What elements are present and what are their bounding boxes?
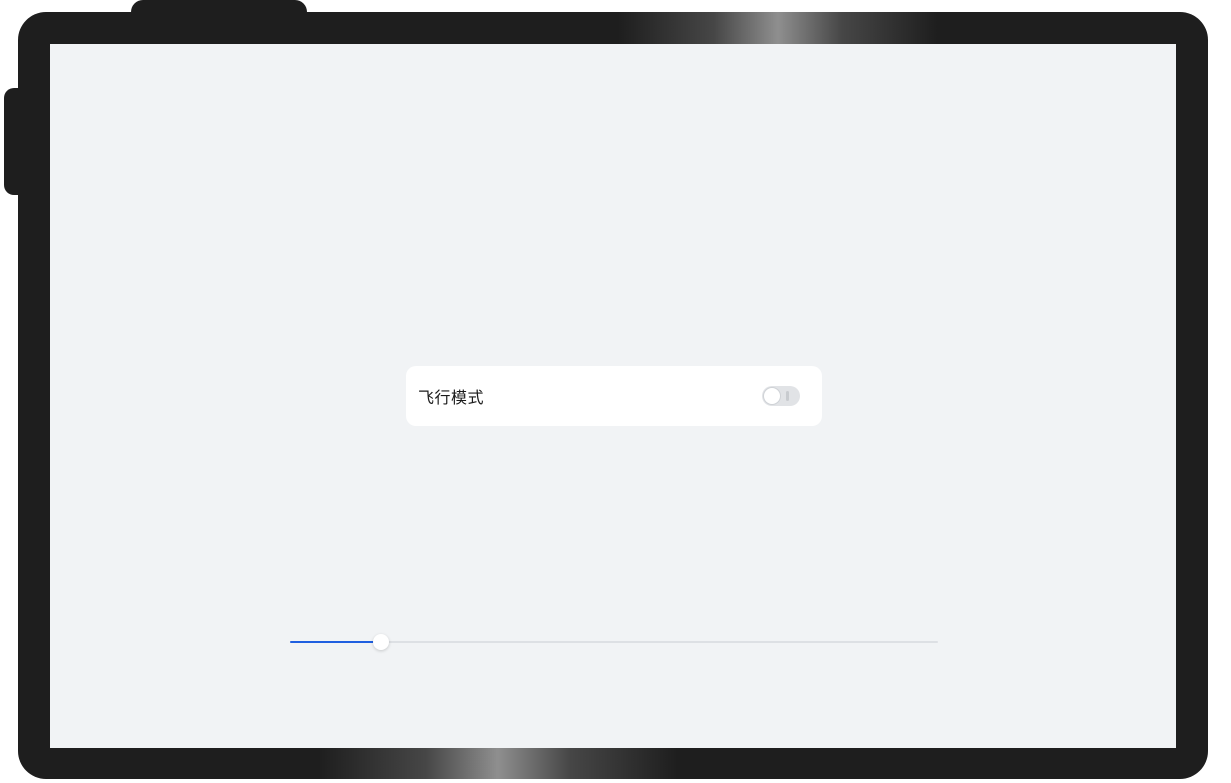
airplane-mode-label: 飞行模式 xyxy=(418,388,485,407)
frame-glare-top xyxy=(618,12,938,44)
tablet-frame: 飞行模式 xyxy=(18,12,1208,779)
airplane-mode-row: 飞行模式 xyxy=(406,366,822,426)
screen: 飞行模式 xyxy=(50,44,1176,748)
brightness-slider[interactable] xyxy=(290,630,938,654)
slider-fill xyxy=(290,641,381,643)
toggle-knob xyxy=(764,388,780,404)
device-mockup: 飞行模式 xyxy=(0,0,1231,783)
slider-thumb[interactable] xyxy=(373,634,389,650)
frame-glare-bottom xyxy=(318,748,678,779)
airplane-mode-toggle[interactable] xyxy=(762,386,800,406)
toggle-off-icon xyxy=(786,391,789,401)
